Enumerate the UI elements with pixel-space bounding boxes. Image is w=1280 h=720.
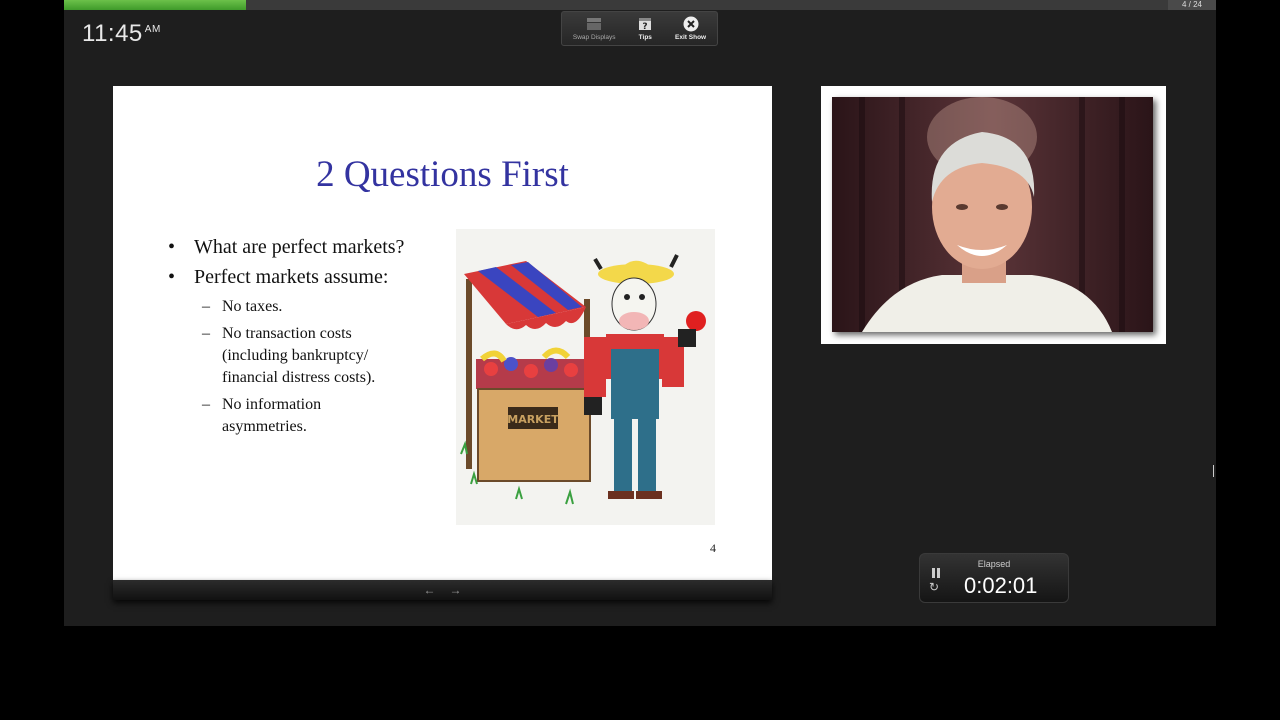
exit-show-label: Exit Show [675, 33, 707, 41]
sub-bullet-line: financial distress costs). [222, 369, 376, 386]
bullet-item: Perfect markets assume: [168, 266, 404, 289]
svg-text:?: ? [643, 22, 648, 31]
reset-icon[interactable]: ↻ [929, 580, 939, 594]
pause-icon[interactable] [931, 565, 941, 578]
swap-displays-label: Swap Displays [572, 33, 616, 41]
previous-slide-icon[interactable]: ← [424, 583, 436, 597]
next-slide-icon[interactable]: → [450, 583, 462, 597]
timer-value: 0:02:01 [964, 573, 1038, 598]
presenter-display: 4 / 24 11:45 AM Swap Displays ? Tips Exit… [64, 0, 1216, 626]
slide-navigation: ← → [113, 580, 772, 600]
elapsed-timer: Elapsed ↻ 0:02:01 [919, 553, 1069, 603]
slide-bullets: What are perfect markets? Perfect market… [168, 236, 404, 443]
sub-bullet-line: No information [222, 396, 322, 413]
sub-bullet-line: (including bankruptcy/ [222, 347, 369, 364]
slide-page-number: 4 [710, 541, 716, 555]
sub-bullet-line: No taxes. [222, 298, 283, 315]
text-cursor-icon [1213, 465, 1214, 477]
sub-bullet-item: No taxes. [168, 296, 404, 318]
clock-ampm: AM [144, 24, 161, 35]
webcam-frame [821, 86, 1166, 344]
sub-bullet-line: asymmetries. [222, 418, 307, 435]
presenter-toolbar: Swap Displays ? Tips Exit Show [561, 11, 718, 46]
slide-progress-fill [64, 0, 247, 10]
tips-button[interactable]: ? Tips [637, 17, 653, 41]
current-slide[interactable]: 2 Questions First What are perfect marke… [113, 86, 772, 580]
help-icon: ? [637, 17, 653, 31]
sub-bullet-line: No transaction costs [222, 325, 352, 342]
slide-title: 2 Questions First [316, 154, 569, 195]
close-icon [683, 16, 699, 31]
clock: 11:45 AM [82, 20, 161, 48]
timer-label: Elapsed [977, 559, 1011, 569]
swap-displays-icon [586, 17, 602, 31]
slide-counter: 4 / 24 [1168, 0, 1216, 10]
sub-bullet-item: No information asymmetries. [168, 394, 404, 438]
presenter-video [832, 97, 1153, 332]
exit-show-button[interactable]: Exit Show [675, 16, 707, 41]
bullet-item: What are perfect markets? [168, 236, 404, 259]
sub-bullet-item: No transaction costs (including bankrupt… [168, 323, 404, 389]
slide-progress-bar: 4 / 24 [64, 0, 1216, 10]
clock-time: 11:45 [82, 20, 143, 47]
swap-displays-button[interactable]: Swap Displays [573, 17, 616, 41]
market-sign-text: MARKET [507, 413, 559, 426]
tips-label: Tips [638, 33, 652, 41]
cow-market-illustration: MARKET [456, 229, 715, 525]
